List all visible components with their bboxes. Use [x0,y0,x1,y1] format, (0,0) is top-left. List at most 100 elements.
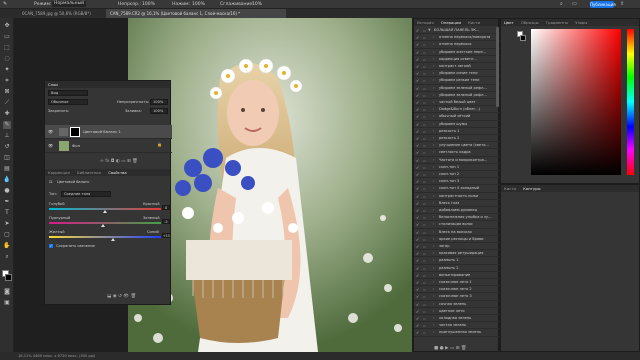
dialog-toggle-icon[interactable]: ▫ [423,329,426,335]
magenta-green-slider[interactable] [49,222,161,224]
action-item[interactable]: ✓ ▫ › контраст легкий [414,63,500,71]
action-toggle-checkbox[interactable]: ✓ [416,250,419,256]
dialog-toggle-icon[interactable]: ▫ [423,171,426,177]
clip-icon[interactable]: ⬓ [107,294,111,299]
collapse-chevron-icon[interactable]: › [433,214,434,220]
collapse-chevron-icon[interactable]: › [433,279,434,285]
collapse-chevron-icon[interactable]: › [433,171,434,177]
action-item[interactable]: ✓ ▫ › холодная зелень [414,315,500,323]
pen-tool-icon[interactable]: ✒ [3,198,11,206]
collapse-chevron-icon[interactable]: › [433,200,434,206]
collapse-chevron-icon[interactable]: › [433,301,434,307]
collapse-chevron-icon[interactable]: › [433,329,434,335]
dialog-toggle-icon[interactable]: ▫ [423,315,426,321]
action-item[interactable]: ✓ ▫ › блеск на волосах [414,229,500,236]
healing-brush-icon[interactable]: ✚ [3,110,11,118]
dialog-toggle-icon[interactable]: ▫ [423,221,426,227]
action-item[interactable]: ✓ ▫ › контрастность кожи [414,193,500,200]
collapse-chevron-icon[interactable]: › [433,70,434,76]
collapse-chevron-icon[interactable]: › [433,257,434,263]
tab-gradients[interactable]: Градиенты [546,20,568,25]
dialog-toggle-icon[interactable]: ▫ [423,157,426,163]
background-color-chip[interactable] [520,35,526,41]
collapse-chevron-icon[interactable]: › [433,272,434,278]
action-item[interactable]: ✓ ▫ › скин-тон 4 холодный [414,185,500,193]
dialog-toggle-icon[interactable]: ▫ [423,185,426,191]
dialog-toggle-icon[interactable]: ▫ [423,250,426,256]
tab-properties[interactable]: Свойства [108,170,127,175]
dialog-toggle-icon[interactable]: ▫ [423,149,426,155]
collapse-chevron-icon[interactable]: › [433,229,434,235]
tone-select[interactable]: Средние тона [61,191,111,197]
action-toggle-checkbox[interactable]: ✓ [416,135,419,141]
action-item[interactable]: ✓ ▫ › отмена перекоса/поворота [414,34,500,42]
layer-mask-thumbnail[interactable] [70,127,80,137]
frame-tool-icon[interactable]: ⊠ [3,88,11,96]
action-item[interactable]: ✓ ▫ › убираем синие тени [414,70,500,78]
action-toggle-checkbox[interactable]: ✓ [416,322,419,328]
trash-icon[interactable]: 🗑 [461,346,467,351]
action-toggle-checkbox[interactable]: ✓ [416,265,419,271]
screen-mode-icon[interactable]: ▣ [3,299,11,307]
action-item[interactable]: ✓ ▫ › обычный чёткий [414,113,500,121]
dialog-toggle-icon[interactable]: ▫ [423,257,426,263]
dialog-toggle-icon[interactable]: ▫ [423,279,426,285]
action-item[interactable]: ✓ ▫ › скин-тон 1 [414,164,500,171]
action-toggle-checkbox[interactable]: ✓ [416,70,419,76]
dialog-toggle-icon[interactable]: ▫ [423,63,426,69]
action-toggle-checkbox[interactable]: ✓ [416,207,419,213]
collapse-chevron-icon[interactable]: › [433,149,434,155]
collapse-chevron-icon[interactable]: › [433,92,434,98]
action-toggle-checkbox[interactable]: ✓ [416,77,419,83]
action-item[interactable]: ✓ ▫ › размыть 2 [414,265,500,272]
action-toggle-checkbox[interactable]: ✓ [416,128,419,134]
layer-row-background[interactable]: 👁 Фон 🔒 [45,139,172,153]
collapse-chevron-icon[interactable]: › [433,221,434,227]
action-item[interactable]: ✓ ▫ › добавляем румянец [414,207,500,215]
action-item[interactable]: ✓ ▫ › Частота и микроконтра... [414,157,500,164]
action-toggle-checkbox[interactable]: ✓ [416,41,419,47]
action-item[interactable]: ✓ ▫ › сказочное лето 2 [414,286,500,294]
action-toggle-checkbox[interactable]: ✓ [416,27,419,33]
tab-adjustments[interactable]: Коррекция [48,170,70,175]
collapse-chevron-icon[interactable]: › [433,207,434,213]
tab-history[interactable]: История [417,20,434,25]
eraser-icon[interactable]: ◫ [3,154,11,162]
action-toggle-checkbox[interactable]: ✓ [416,56,419,62]
action-item[interactable]: ✓ ▫ › цветное лето [414,308,500,315]
collapse-chevron-icon[interactable]: › [433,63,434,69]
brush-icon[interactable]: ✎ [3,121,11,129]
dialog-toggle-icon[interactable]: ▫ [423,214,426,220]
tab-brushes-2[interactable]: Кисти [504,186,516,191]
marquee-tool-icon[interactable]: ⬚ [3,44,11,52]
action-item[interactable]: ✓ ▫ › белоснежная улыбка и зу... [414,214,500,222]
dialog-toggle-icon[interactable]: ▫ [423,142,426,148]
action-toggle-checkbox[interactable]: ✓ [416,113,419,119]
eyedropper-icon[interactable]: ⟋ [3,99,11,107]
visibility-icon[interactable]: 👁 [123,294,129,299]
action-item[interactable]: ✓ ▫ › яркие ресницы и брови [414,236,500,243]
collapse-chevron-icon[interactable]: › [433,106,434,112]
action-toggle-checkbox[interactable]: ✓ [416,214,419,220]
folder-icon[interactable]: ▭ [121,159,125,164]
action-item[interactable]: ✓ ▫ › скин-тон 2 [414,171,500,179]
record-icon[interactable]: ● [440,346,444,351]
tab-layers[interactable]: Слои [48,82,58,87]
quick-mask-icon[interactable]: ◙ [3,288,11,296]
action-item[interactable]: ✓ ▫ › загар [414,243,500,251]
action-toggle-checkbox[interactable]: ✓ [416,85,419,91]
smoothing-value[interactable]: 10% [252,2,262,7]
stop-icon[interactable]: ■ [434,346,438,351]
action-item[interactable]: ✓ ▫ › чистая зелень [414,322,500,330]
view-previous-icon[interactable]: ◉ [113,294,117,299]
tab-swatches[interactable]: Образцы [521,20,539,25]
collapse-chevron-icon[interactable]: › [433,243,434,249]
collapse-chevron-icon[interactable]: › [433,293,434,299]
action-toggle-checkbox[interactable]: ✓ [416,279,419,285]
dialog-toggle-icon[interactable]: ▫ [423,200,426,206]
dialog-toggle-icon[interactable]: ▫ [423,77,426,83]
layer-opacity-input[interactable]: 100% [150,99,168,105]
action-toggle-checkbox[interactable]: ✓ [416,164,419,170]
action-item[interactable]: ✓ ▫ › красивая ретуширация [414,250,500,258]
collapse-chevron-icon[interactable]: › [433,157,434,163]
